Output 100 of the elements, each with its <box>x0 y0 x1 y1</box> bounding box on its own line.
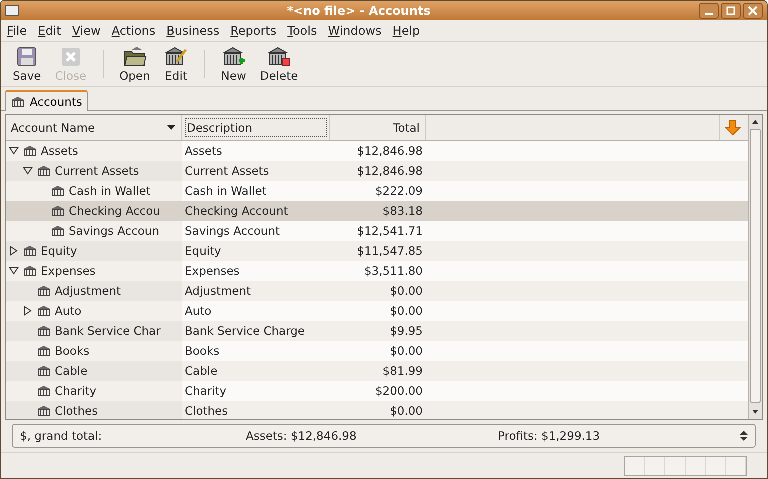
edit-button[interactable]: Edit <box>158 44 194 84</box>
bank-icon <box>23 145 37 157</box>
account-name: Clothes <box>55 404 98 418</box>
minimize-icon <box>705 12 713 14</box>
account-row[interactable]: Cash in Wallet Cash in Wallet $222.09 <box>6 181 748 201</box>
account-total: $0.00 <box>390 284 423 298</box>
menu-item[interactable]: Tools <box>288 24 318 38</box>
account-row[interactable]: Savings Accoun Savings Account $12,541.71 <box>6 221 748 241</box>
account-name: Adjustment <box>55 284 122 298</box>
account-row[interactable]: Clothes Clothes $0.00 <box>6 401 748 419</box>
summary-bar[interactable]: $, grand total: Assets: $12,846.98 Profits: $1,299.13 <box>12 424 756 448</box>
bank-icon <box>23 265 37 277</box>
menu-item[interactable]: Windows <box>328 24 382 38</box>
new-button[interactable]: New <box>215 44 252 84</box>
account-name: Charity <box>55 384 97 398</box>
assets-total: Assets: $12,846.98 <box>246 429 358 443</box>
menu-item[interactable]: File <box>7 24 28 38</box>
dropdown-caret-icon[interactable] <box>167 125 176 130</box>
account-row[interactable]: Cable Cable $81.99 <box>6 361 748 381</box>
minimize-button[interactable] <box>699 2 719 18</box>
collapsed-triangle-icon[interactable] <box>23 306 33 316</box>
save-button[interactable]: Save <box>7 44 48 84</box>
bank-icon <box>37 345 51 357</box>
account-row[interactable]: Current Assets Current Assets $12,846.98 <box>6 161 748 181</box>
account-total: $11,547.85 <box>357 244 423 258</box>
bank-icon <box>51 185 65 197</box>
account-description: Auto <box>185 304 212 318</box>
account-row[interactable]: Adjustment Adjustment $0.00 <box>6 281 748 301</box>
account-row[interactable]: Books Books $0.00 <box>6 341 748 361</box>
account-description: Assets <box>185 144 222 158</box>
collapsed-triangle-icon[interactable] <box>9 246 19 256</box>
spinner-arrows-icon <box>740 430 748 442</box>
account-name: Cash in Wallet <box>69 184 151 198</box>
account-name: Bank Service Char <box>55 324 161 338</box>
summary-label: $, grand total: <box>20 429 104 443</box>
bank-icon <box>37 365 51 377</box>
account-description: Cable <box>185 364 218 378</box>
menu-item[interactable]: Business <box>166 24 220 38</box>
bank-icon <box>11 96 25 108</box>
expanded-triangle-icon[interactable] <box>23 166 33 176</box>
accounts-tab[interactable]: Accounts <box>5 90 88 111</box>
account-total: $83.18 <box>382 204 423 218</box>
account-name: Auto <box>55 304 82 318</box>
account-description: Clothes <box>185 404 228 418</box>
account-description: Bank Service Charge <box>185 324 305 338</box>
expanded-triangle-icon[interactable] <box>9 266 19 276</box>
account-description: Equity <box>185 244 222 258</box>
account-total: $12,846.98 <box>357 164 423 178</box>
maximize-button[interactable] <box>721 2 741 18</box>
account-row[interactable]: Expenses Expenses $3,511.80 <box>6 261 748 281</box>
account-description: Current Assets <box>185 164 270 178</box>
account-total: $12,541.71 <box>357 224 423 238</box>
account-description: Savings Account <box>185 224 280 238</box>
account-row[interactable]: Auto Auto $0.00 <box>6 301 748 321</box>
bank-icon <box>23 245 37 257</box>
account-name: Equity <box>41 244 78 258</box>
menu-item[interactable]: View <box>72 24 101 38</box>
close-button[interactable] <box>743 2 763 18</box>
account-total: $200.00 <box>375 384 423 398</box>
menu-item[interactable]: Edit <box>38 24 62 38</box>
account-row[interactable]: Bank Service Char Bank Service Charge $9.95 <box>6 321 748 341</box>
account-total: $0.00 <box>390 344 423 358</box>
menu-item[interactable]: Help <box>392 24 420 38</box>
close-icon <box>748 6 758 16</box>
bank-icon <box>37 305 51 317</box>
menu-item[interactable]: Actions <box>112 24 156 38</box>
account-description: Checking Account <box>185 204 288 218</box>
vertical-scrollbar[interactable] <box>748 115 762 419</box>
profits-total: Profits: $1,299.13 <box>498 429 602 443</box>
window-icon <box>5 5 19 16</box>
account-row[interactable]: Equity Equity $11,547.85 <box>6 241 748 261</box>
account-name: Expenses <box>41 264 96 278</box>
account-row[interactable]: Assets Assets $12,846.98 <box>6 141 748 161</box>
folder-icon <box>122 46 147 68</box>
menu-item[interactable]: Reports <box>230 24 277 38</box>
bank-pencil-icon <box>164 46 188 68</box>
account-name: Cable <box>55 364 88 378</box>
column-header[interactable]: Account Name <box>6 115 182 140</box>
account-description: Cash in Wallet <box>185 184 267 198</box>
down-arrow-icon[interactable] <box>725 120 741 136</box>
account-name: Current Assets <box>55 164 140 178</box>
bank-icon <box>37 325 51 337</box>
account-total: $12,846.98 <box>357 144 423 158</box>
account-total: $222.09 <box>375 184 423 198</box>
bank-plus-icon <box>222 46 246 68</box>
bank-delete-icon <box>267 46 292 68</box>
account-row[interactable]: Charity Charity $200.00 <box>6 381 748 401</box>
bank-icon <box>51 205 65 217</box>
account-total: $0.00 <box>390 304 423 318</box>
window-title: *<no file> - Accounts <box>286 4 432 18</box>
account-row[interactable]: Checking Accou Checking Account $83.18 <box>6 201 748 221</box>
account-description: Expenses <box>185 264 240 278</box>
account-total: $0.00 <box>390 404 423 418</box>
close-icon <box>60 46 82 68</box>
account-total: $3,511.80 <box>364 264 423 278</box>
column-header[interactable]: Description <box>182 115 330 140</box>
delete-button[interactable]: Delete <box>254 44 304 84</box>
expanded-triangle-icon[interactable] <box>9 146 19 156</box>
open-button[interactable]: Open <box>114 44 156 84</box>
column-header[interactable]: Total <box>330 115 426 140</box>
